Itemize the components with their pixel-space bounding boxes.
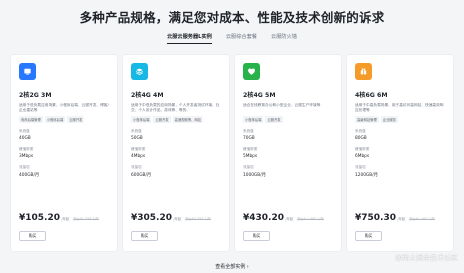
disk-spec: 系统盘 70GB (243, 129, 333, 141)
spec-value: 3Mbps (19, 153, 34, 159)
disk-spec: 系统盘 80GB (355, 129, 445, 141)
price-row: ¥750.30 /年起 原价¥1 400.2/年 (355, 213, 435, 223)
price: ¥750.30 (355, 213, 396, 223)
traffic-spec: 流量包 1000GB/月 (243, 165, 333, 178)
cloud-server-icon (131, 63, 148, 80)
tag: 云服开发 (67, 115, 85, 123)
original-price: 原价¥ 1 060.2/年 (297, 217, 324, 221)
product-card: 2核4G 4M 适用于中低负载的应用场景，个人开发者测试环境、社交、个人设计作品… (123, 55, 229, 251)
tag: 云服开发 (153, 115, 171, 123)
spec-value: 1200GB/月 (355, 172, 378, 178)
plan-description: 适用于中低负载的应用场景，个人开发者测试环境、社交、个人设计作品、游戏等、等的、 (131, 103, 220, 113)
spec-value: 50GB (131, 135, 143, 141)
plan-name: 4核6G 6M (355, 92, 388, 99)
tag: 小程序后端 (44, 115, 66, 123)
tab-firewall[interactable]: 云服防火墙 (271, 33, 297, 44)
tag-list: 小程序后端 云服开发 (243, 115, 333, 123)
spec-label: 峰值带宽 (19, 146, 34, 151)
spec-label: 流量包 (19, 164, 30, 169)
spec-value: 400GB/月 (19, 172, 40, 178)
price: ¥105.20 (19, 213, 60, 223)
price-row: ¥105.20 /年起 原价¥1 558.2/年 (19, 213, 99, 223)
price-row: ¥430.20 /年起 原价¥ 1 060.2/年 (243, 213, 324, 223)
tag-list: 小程序后端 云服开发 高速视频等、网站 (131, 115, 221, 123)
spec-value: 80GB (355, 135, 367, 141)
price-unit: /年起 (61, 217, 70, 221)
spec-value: 600GB/月 (131, 172, 152, 178)
traffic-spec: 流量包 400GB/月 (19, 165, 109, 178)
product-card: 2核2G 3M 适用于低负载应用场景，小程序后端、云服开发、博客/企业建站等 电… (11, 55, 117, 251)
original-price: 原价¥1 558.2/年 (73, 217, 99, 221)
product-cards: 2核2G 3M 适用于低负载应用场景，小程序后端、云服开发、博客/企业建站等 电… (11, 55, 453, 251)
spec-value: 1000GB/月 (243, 172, 266, 178)
tag: 高级网站管理 (355, 115, 379, 123)
spec-value: 4Mbps (131, 153, 146, 159)
tag: 云服开发 (265, 115, 283, 123)
tab-lighthouse[interactable]: 云服云服务器L实例 (167, 33, 212, 44)
traffic-spec: 流量包 600GB/月 (131, 165, 221, 178)
spec-value: 5Mbps (243, 153, 258, 159)
tag-list: 高级网站管理 企业服务 (355, 115, 445, 123)
buy-button[interactable]: 购买 (131, 231, 158, 241)
spec-label: 流量包 (243, 164, 254, 169)
bandwidth-spec: 峰值带宽 4Mbps (131, 147, 221, 159)
plan-name: 2核4G 5M (243, 92, 276, 99)
bandwidth-spec: 峰值带宽 3Mbps (19, 147, 109, 159)
spec-label: 系统盘 (355, 128, 366, 133)
page-title: 多种产品规格，满足您对成本、性能及技术创新的诉求 (79, 10, 385, 25)
price-unit: /年起 (173, 217, 182, 221)
product-tabs: 云服云服务器L实例 云服综合套餐 云服防火墙 (0, 33, 464, 44)
spec-label: 流量包 (131, 164, 142, 169)
tab-bundle[interactable]: 云服综合套餐 (226, 33, 257, 44)
tag: 高速视频等、网站 (172, 115, 204, 123)
spec-value: 70GB (243, 135, 255, 141)
spec-label: 系统盘 (243, 128, 254, 133)
price-row: ¥305.20 /年起 原价¥4 755.2/年 (131, 213, 211, 223)
spec-label: 流量包 (355, 164, 366, 169)
price-unit: /年起 (285, 217, 294, 221)
buy-button[interactable]: 购买 (243, 231, 270, 241)
original-price: 原价¥1 400.2/年 (409, 217, 435, 221)
disk-spec: 系统盘 50GB (131, 129, 221, 141)
buy-button[interactable]: 购买 (19, 231, 46, 241)
original-price: 原价¥4 755.2/年 (185, 217, 211, 221)
plan-name: 2核2G 3M (19, 92, 52, 99)
product-card: 4核6G 6M 适用于中高负载场景、用于高访问量网站、快速高效响应处理等 高级网… (347, 55, 453, 251)
plan-description: 适用于低负载应用场景，小程序后端、云服开发、博客/企业建站等 (19, 103, 109, 113)
spec-label: 峰值带宽 (131, 146, 146, 151)
tag: 企业服务 (380, 115, 398, 123)
spec-label: 峰值带宽 (355, 146, 370, 151)
spec-label: 系统盘 (19, 128, 30, 133)
watermark: @稀土掘金技术社区 (395, 254, 458, 262)
tag: 小程序后端 (131, 115, 152, 123)
tag: 小程序后端 (243, 115, 264, 123)
price: ¥430.20 (243, 213, 284, 223)
cloud-server-icon (243, 63, 260, 80)
plan-description: 适合在线教育办公和小型企业、云服生产环境等 (243, 103, 321, 107)
disk-spec: 系统盘 40GB (19, 129, 109, 141)
bandwidth-spec: 峰值带宽 6Mbps (355, 147, 445, 159)
view-all-instances-link[interactable]: 查看全部实例 › (0, 263, 464, 270)
buy-button[interactable]: 购买 (355, 231, 382, 241)
cloud-server-icon (355, 63, 372, 80)
spec-value: 40GB (19, 135, 31, 141)
bandwidth-spec: 峰值带宽 5Mbps (243, 147, 333, 159)
traffic-spec: 流量包 1200GB/月 (355, 165, 445, 178)
price: ¥305.20 (131, 213, 172, 223)
product-card: 2核4G 5M 适合在线教育办公和小型企业、云服生产环境等 小程序后端 云服开发… (235, 55, 341, 251)
tag-list: 电商后端管理 小程序后端 云服开发 (19, 115, 109, 123)
spec-label: 峰值带宽 (243, 146, 258, 151)
spec-value: 6Mbps (355, 153, 370, 159)
price-unit: /年起 (397, 217, 406, 221)
spec-label: 系统盘 (131, 128, 142, 133)
plan-name: 2核4G 4M (131, 92, 164, 99)
tag: 电商后端管理 (19, 115, 43, 123)
plan-description: 适用于中高负载场景、用于高访问量网站、快速高效响应处理等 (355, 103, 444, 113)
cloud-server-icon (19, 63, 36, 80)
